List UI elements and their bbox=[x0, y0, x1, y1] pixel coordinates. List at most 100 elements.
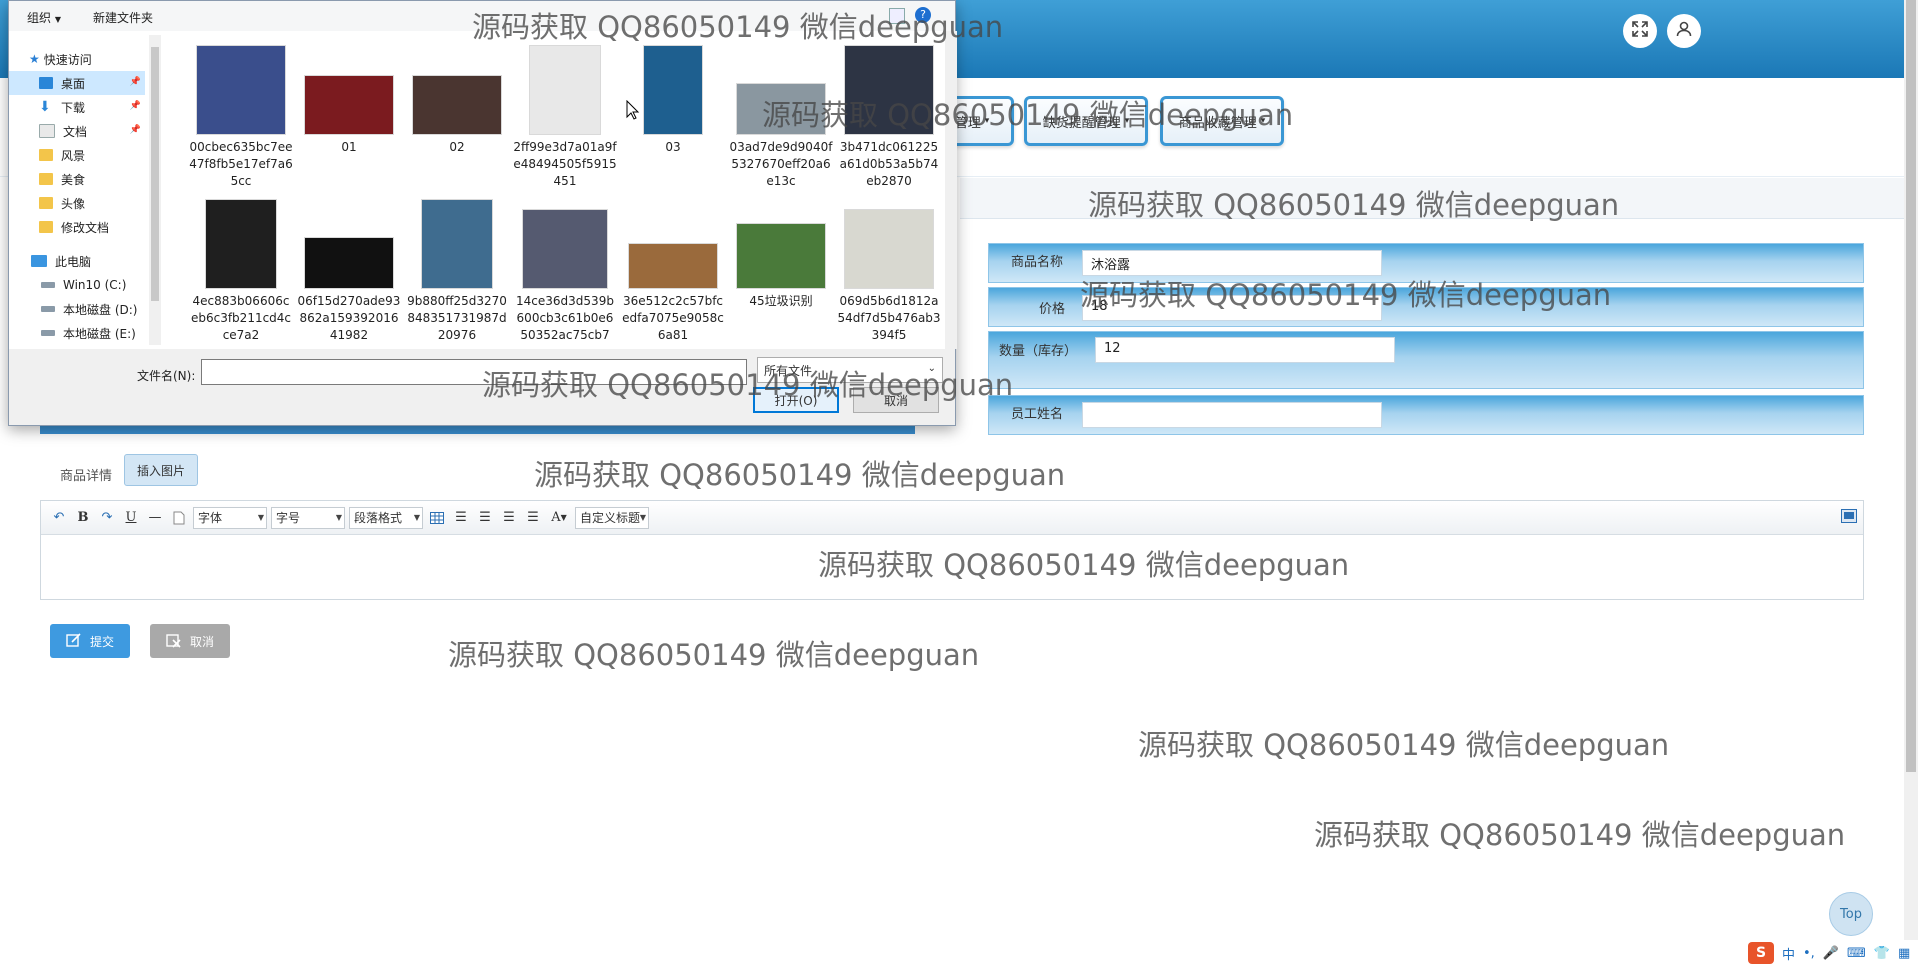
nav-drive[interactable]: Win10 (C:) bbox=[9, 273, 145, 297]
source-code-icon[interactable] bbox=[1841, 509, 1857, 527]
nav-quick-access[interactable]: ★ 快速访问 bbox=[29, 47, 165, 71]
file-thumbnail bbox=[304, 237, 394, 289]
watermark-text: 源码获取 QQ86050149 微信deepguan bbox=[1088, 188, 1620, 222]
align-center-icon[interactable]: ☰ bbox=[499, 508, 519, 528]
watermark-text: 源码获取 QQ86050149 微信deepguan bbox=[762, 98, 1294, 132]
employee-name-input[interactable] bbox=[1082, 402, 1382, 428]
nav-label: 头像 bbox=[61, 196, 86, 211]
ime-logo[interactable]: S bbox=[1748, 942, 1774, 964]
file-item[interactable]: 36e512c2c57bfcedfa7075e9058c6a81 bbox=[621, 197, 725, 344]
ime-mode[interactable]: 中 bbox=[1782, 944, 1795, 963]
microphone-icon[interactable]: 🎤 bbox=[1823, 946, 1839, 961]
file-item[interactable]: 2ff99e3d7a01a9fe48494505f5915451 bbox=[513, 43, 617, 190]
quantity-input[interactable]: 12 bbox=[1095, 337, 1395, 363]
organize-label: 组织 bbox=[27, 11, 52, 25]
file-name: 45垃圾识别 bbox=[749, 294, 813, 308]
drive-icon bbox=[41, 330, 55, 336]
drive-icon bbox=[41, 282, 55, 288]
submit-button[interactable]: 提交 bbox=[50, 624, 130, 658]
file-thumbnail bbox=[522, 209, 608, 289]
redo-icon[interactable]: ↷ bbox=[97, 508, 117, 528]
nav-item-folder[interactable]: 修改文档 bbox=[9, 215, 145, 239]
horizontal-rule-icon[interactable]: — bbox=[145, 508, 165, 528]
new-folder-button[interactable]: 新建文件夹 bbox=[93, 9, 153, 26]
caret-down-icon: ▼ bbox=[335, 512, 342, 522]
paragraph-format-select[interactable]: 段落格式 ▼ bbox=[349, 506, 423, 529]
organize-button[interactable]: 组织 ▼ bbox=[27, 9, 61, 26]
align-left-icon[interactable]: ☰ bbox=[451, 508, 471, 528]
file-item[interactable]: 01 bbox=[297, 43, 401, 156]
table-icon[interactable] bbox=[427, 508, 447, 528]
insert-image-button[interactable]: 插入图片 bbox=[124, 454, 198, 486]
caret-down-icon: ▼ bbox=[560, 513, 567, 522]
pin-icon: 📌 bbox=[129, 125, 141, 135]
file-grid-scrollbar[interactable] bbox=[945, 31, 957, 349]
back-to-top-button[interactable]: Top bbox=[1829, 892, 1873, 936]
field-label: 员工姓名 bbox=[1011, 407, 1064, 422]
nav-drive[interactable]: 本地磁盘 (E:) bbox=[9, 321, 145, 345]
align-justify-icon[interactable]: ☰ bbox=[523, 508, 543, 528]
folder-icon bbox=[39, 221, 53, 233]
pin-icon: 📌 bbox=[129, 77, 141, 87]
file-thumbnail bbox=[628, 243, 718, 289]
watermark-text: 源码获取 QQ86050149 微信deepguan bbox=[472, 10, 1004, 44]
nav-item-folder[interactable]: 头像 bbox=[9, 191, 145, 215]
file-item[interactable]: 00cbec635bc7ee47f8fb5e17ef7a65cc bbox=[189, 43, 293, 190]
computer-icon bbox=[31, 255, 47, 267]
nav-item-desktop[interactable]: 桌面 📌 bbox=[9, 71, 145, 95]
nav-item-folder[interactable]: 美食 bbox=[9, 167, 145, 191]
mouse-cursor-icon bbox=[626, 99, 640, 124]
ime-punctuation[interactable]: •, bbox=[1803, 946, 1815, 961]
watermark-text: 源码获取 QQ86050149 微信deepguan bbox=[482, 368, 1014, 402]
font-size-select[interactable]: 字号 ▼ bbox=[271, 506, 345, 529]
file-item[interactable]: 4ec883b06606ceb6c3fb211cd4cce7a2 bbox=[189, 197, 293, 344]
grid-icon[interactable]: ▦ bbox=[1898, 946, 1910, 961]
field-label: 价格 bbox=[1039, 302, 1066, 317]
page-scrollbar-thumb[interactable] bbox=[1906, 0, 1916, 772]
font-color-label: A bbox=[551, 510, 561, 525]
nav-label: 美食 bbox=[61, 172, 86, 187]
undo-icon[interactable]: ↶ bbox=[49, 508, 69, 528]
file-item[interactable]: 06f15d270ade93862a15939201641982 bbox=[297, 197, 401, 344]
font-color-button[interactable]: A ▼ bbox=[547, 508, 571, 528]
watermark-text: 源码获取 QQ86050149 微信deepguan bbox=[1314, 818, 1846, 852]
file-name: 01 bbox=[341, 140, 357, 154]
folder-icon bbox=[39, 197, 53, 209]
file-item[interactable]: 9b880ff25d3270848351731987d20976 bbox=[405, 197, 509, 344]
file-name: 03 bbox=[665, 140, 681, 154]
nav-label: 桌面 bbox=[61, 76, 86, 91]
file-thumbnail bbox=[844, 209, 934, 289]
nav-item-folder[interactable]: 风景 bbox=[9, 143, 145, 167]
cancel-icon bbox=[166, 632, 182, 651]
nav-label: 风景 bbox=[61, 148, 86, 163]
nav-this-pc[interactable]: 此电脑 bbox=[9, 249, 145, 273]
file-item[interactable]: 02 bbox=[405, 43, 509, 156]
cancel-button[interactable]: 取消 bbox=[150, 624, 230, 658]
file-item[interactable]: 45垃圾识别 bbox=[729, 197, 833, 310]
file-item[interactable]: 14ce36d3d539b600cb3c61b0e650352ac75cb7 bbox=[513, 197, 617, 344]
file-thumbnail bbox=[412, 75, 502, 135]
file-thumbnail bbox=[205, 199, 277, 289]
caret-down-icon: ▼ bbox=[639, 512, 646, 522]
file-item[interactable]: 069d5b6d1812a54df7d5b476ab3394f5 bbox=[837, 197, 941, 344]
nav-label: Win10 (C:) bbox=[63, 278, 127, 292]
nav-item-downloads[interactable]: ⬇ 下载 📌 bbox=[9, 95, 145, 119]
caret-down-icon: ▼ bbox=[54, 15, 61, 24]
custom-title-select[interactable]: 自定义标题 ▼ bbox=[575, 506, 649, 529]
user-button[interactable] bbox=[1667, 14, 1701, 48]
align-right-icon[interactable]: ☰ bbox=[475, 508, 495, 528]
page-icon[interactable] bbox=[169, 508, 189, 528]
nav-item-documents[interactable]: 文档 📌 bbox=[9, 119, 145, 143]
font-family-select[interactable]: 字体 ▼ bbox=[193, 506, 267, 529]
nav-scrollbar-thumb[interactable] bbox=[151, 47, 159, 301]
nav-drive[interactable]: 本地磁盘 (D:) bbox=[9, 297, 145, 321]
bold-button[interactable]: B bbox=[73, 508, 93, 528]
keyboard-icon[interactable]: ⌨ bbox=[1847, 946, 1866, 961]
caret-down-icon: ▼ bbox=[257, 512, 264, 522]
fullscreen-button[interactable] bbox=[1623, 14, 1657, 48]
nav-label: 本地磁盘 (D:) bbox=[63, 302, 138, 317]
skin-icon[interactable]: 👕 bbox=[1874, 946, 1890, 961]
detail-label: 商品详情 bbox=[60, 469, 113, 484]
underline-button[interactable]: U bbox=[121, 508, 141, 528]
nav-label: 文档 bbox=[63, 124, 88, 139]
